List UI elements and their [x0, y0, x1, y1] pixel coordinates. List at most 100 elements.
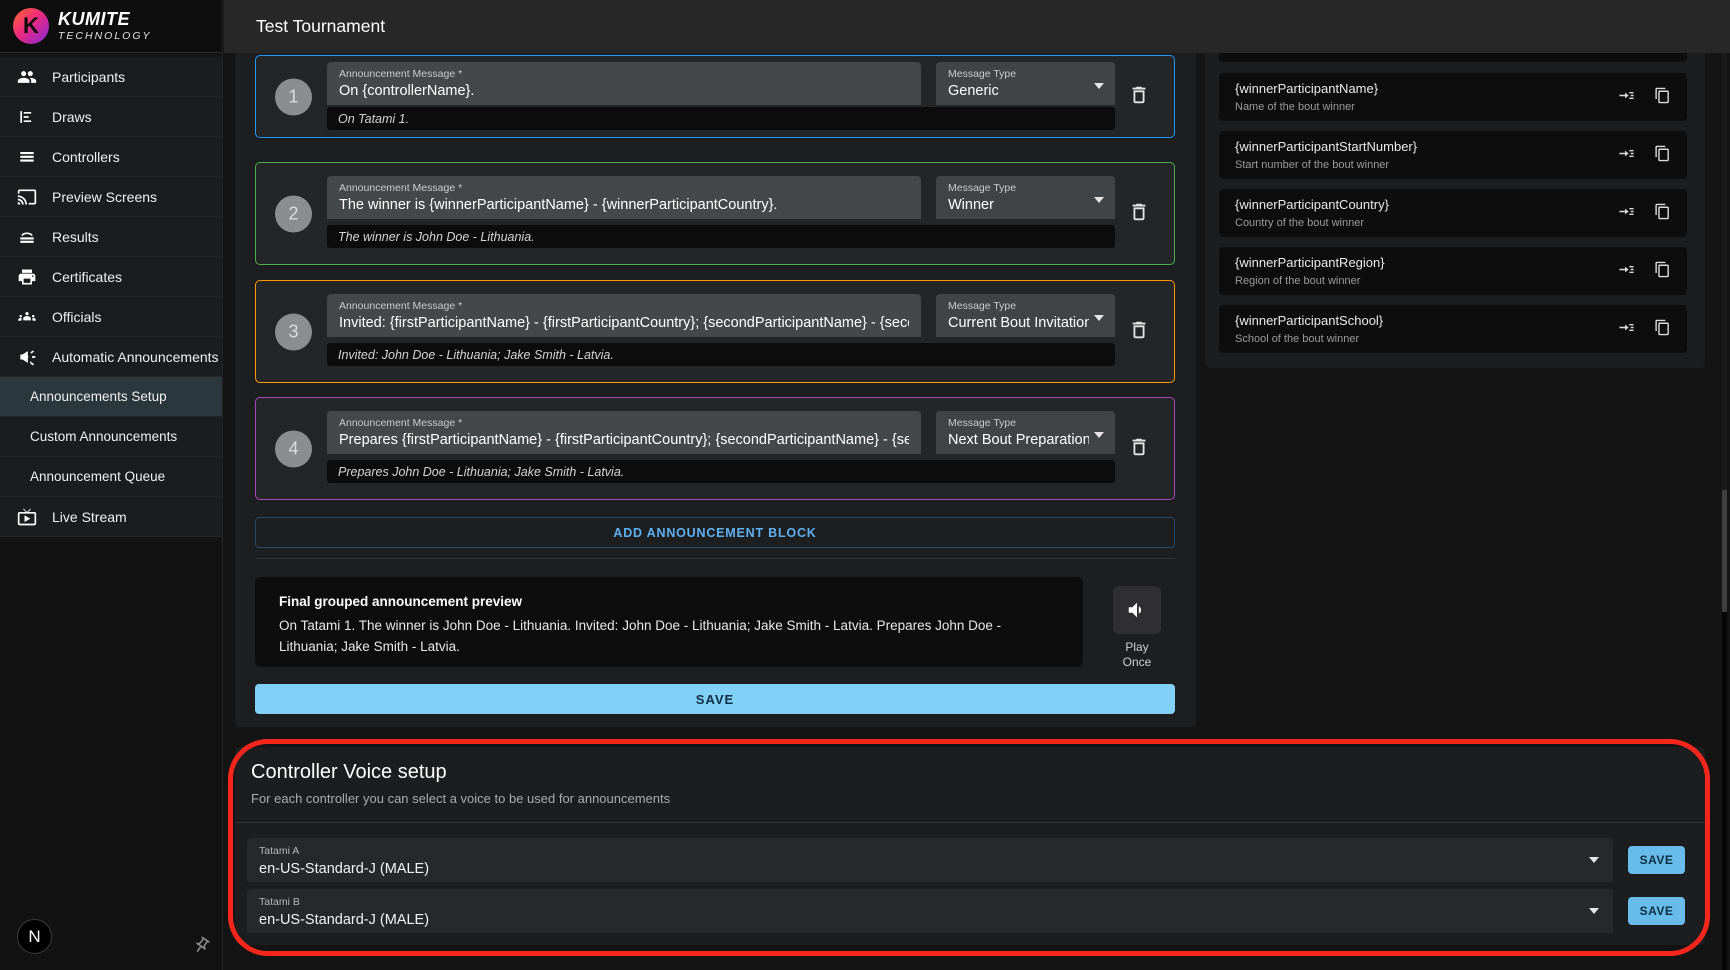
copy-icon	[1654, 87, 1671, 104]
brand-logo: K KUMITE TECHNOLOGY	[0, 0, 222, 53]
sidebar-item-label: Officials	[52, 309, 102, 325]
kumite-logo-icon: K	[13, 8, 49, 44]
select-value: Generic	[948, 83, 1089, 99]
save-voice-tatami-a-button[interactable]: SAVE	[1628, 846, 1685, 874]
draws-icon	[17, 107, 37, 127]
save-announcements-button[interactable]: SAVE	[255, 684, 1175, 714]
voice-select-tatami-a[interactable]: Tatami A en-US-Standard-J (MALE)	[247, 838, 1613, 882]
insert-variable-button[interactable]	[1617, 261, 1635, 279]
insert-icon	[1618, 319, 1635, 336]
copy-variable-button[interactable]	[1653, 145, 1671, 163]
trash-icon	[1128, 84, 1150, 106]
copy-icon	[1654, 203, 1671, 220]
voice-select-tatami-b[interactable]: Tatami B en-US-Standard-J (MALE)	[247, 889, 1613, 933]
delete-block-button[interactable]	[1126, 84, 1152, 110]
divider	[255, 558, 1175, 559]
voice-setup-title: Controller Voice setup	[251, 761, 447, 784]
scrollbar-thumb[interactable]	[1722, 490, 1727, 612]
sidebar-item-results[interactable]: Results	[0, 217, 222, 257]
insert-variable-button[interactable]	[1617, 203, 1635, 221]
results-icon	[17, 227, 37, 247]
live-tv-icon	[17, 507, 37, 527]
announcements-editor: 1 Announcement Message * On {controllerN…	[235, 53, 1196, 727]
pin-icon[interactable]	[192, 936, 211, 955]
final-preview-text: On Tatami 1. The winner is John Doe - Li…	[279, 616, 1059, 658]
save-voice-tatami-b-button[interactable]: SAVE	[1628, 897, 1685, 925]
brand-subtitle: TECHNOLOGY	[58, 31, 152, 42]
variable-card: {winnerParticipantCountry} Country of th…	[1219, 189, 1687, 237]
header: Test Tournament	[224, 0, 1730, 53]
delete-block-button[interactable]	[1126, 319, 1152, 345]
sidebar-item-label: Participants	[52, 69, 125, 85]
scrollbar-track-dark	[1722, 612, 1727, 970]
announcement-message-field[interactable]: Announcement Message * On {controllerNam…	[327, 62, 921, 105]
sidebar: K KUMITE TECHNOLOGY Participants Draws C…	[0, 0, 223, 970]
copy-variable-button[interactable]	[1653, 87, 1671, 105]
field-label: Announcement Message *	[339, 182, 909, 194]
variable-card: {winnerParticipantRegion} Region of the …	[1219, 247, 1687, 295]
field-value: On {controllerName}.	[339, 83, 909, 99]
sidebar-item-label: Automatic Announcements	[52, 349, 219, 365]
officials-icon	[17, 307, 37, 327]
sidebar-item-participants[interactable]: Participants	[0, 57, 222, 97]
dropdown-caret-icon	[1589, 908, 1599, 914]
sidebar-item-live-stream[interactable]: Live Stream	[0, 497, 222, 537]
sidebar-item-label: Controllers	[52, 149, 120, 165]
copy-variable-button[interactable]	[1653, 203, 1671, 221]
copy-variable-button[interactable]	[1653, 261, 1671, 279]
sidebar-item-label: Custom Announcements	[30, 429, 177, 444]
sidebar-bottom-area	[0, 542, 222, 970]
controller-voice-setup: Controller Voice setup For each controll…	[235, 747, 1705, 945]
field-label: Announcement Message *	[339, 300, 909, 312]
message-type-select[interactable]: Message Type Winner	[936, 176, 1115, 219]
sidebar-item-label: Announcement Queue	[30, 469, 165, 484]
variable-card: {winnerParticipantSchool} School of the …	[1219, 305, 1687, 353]
sidebar-item-controllers[interactable]: Controllers	[0, 137, 222, 177]
message-type-select[interactable]: Message Type Generic	[936, 62, 1115, 105]
announcement-block-4: 4 Announcement Message * Prepares {first…	[255, 397, 1175, 500]
variables-panel: {winnerParticipantName} Name of the bout…	[1205, 53, 1705, 368]
message-type-select[interactable]: Message Type Next Bout Preparation	[936, 411, 1115, 454]
play-once-button[interactable]	[1113, 586, 1161, 634]
message-type-select[interactable]: Message Type Current Bout Invitation	[936, 294, 1115, 337]
field-value: Prepares {firstParticipantName} - {first…	[339, 432, 909, 448]
announcement-message-field[interactable]: Announcement Message * The winner is {wi…	[327, 176, 921, 219]
sidebar-item-announcement-queue[interactable]: Announcement Queue	[0, 457, 222, 497]
sidebar-item-label: Draws	[52, 109, 92, 125]
insert-variable-button[interactable]	[1617, 319, 1635, 337]
trash-icon	[1128, 319, 1150, 341]
dev-badge[interactable]: N	[17, 919, 52, 954]
dropdown-caret-icon	[1589, 857, 1599, 863]
select-label: Message Type	[948, 300, 1089, 312]
sidebar-item-certificates[interactable]: Certificates	[0, 257, 222, 297]
sidebar-item-announcements-setup[interactable]: Announcements Setup	[0, 377, 222, 417]
printer-icon	[17, 267, 37, 287]
clipped-variable-card	[1219, 53, 1687, 62]
select-value: Next Bout Preparation	[948, 432, 1089, 448]
insert-icon	[1618, 203, 1635, 220]
delete-block-button[interactable]	[1126, 201, 1152, 227]
insert-variable-button[interactable]	[1617, 87, 1635, 105]
copy-variable-button[interactable]	[1653, 319, 1671, 337]
participants-icon	[17, 67, 37, 87]
add-announcement-block-button[interactable]: ADD ANNOUNCEMENT BLOCK	[255, 517, 1175, 548]
insert-variable-button[interactable]	[1617, 145, 1635, 163]
delete-block-button[interactable]	[1126, 436, 1152, 462]
final-preview-card: Final grouped announcement preview On Ta…	[255, 577, 1083, 667]
dropdown-caret-icon	[1094, 315, 1104, 321]
sidebar-item-draws[interactable]: Draws	[0, 97, 222, 137]
sidebar-nav: Participants Draws Controllers Preview S…	[0, 53, 222, 537]
sidebar-item-custom-announcements[interactable]: Custom Announcements	[0, 417, 222, 457]
voice-select-value: en-US-Standard-J (MALE)	[259, 861, 1583, 877]
field-label: Announcement Message *	[339, 417, 909, 429]
voice-select-value: en-US-Standard-J (MALE)	[259, 912, 1583, 928]
sidebar-item-label: Results	[52, 229, 99, 245]
announcement-message-field[interactable]: Announcement Message * Prepares {firstPa…	[327, 411, 921, 454]
sidebar-item-officials[interactable]: Officials	[0, 297, 222, 337]
announcement-message-field[interactable]: Announcement Message * Invited: {firstPa…	[327, 294, 921, 337]
copy-icon	[1654, 319, 1671, 336]
select-value: Winner	[948, 197, 1089, 213]
sidebar-item-preview-screens[interactable]: Preview Screens	[0, 177, 222, 217]
sidebar-item-automatic-announcements[interactable]: Automatic Announcements	[0, 337, 222, 377]
page-scrollbar[interactable]	[1722, 53, 1727, 970]
